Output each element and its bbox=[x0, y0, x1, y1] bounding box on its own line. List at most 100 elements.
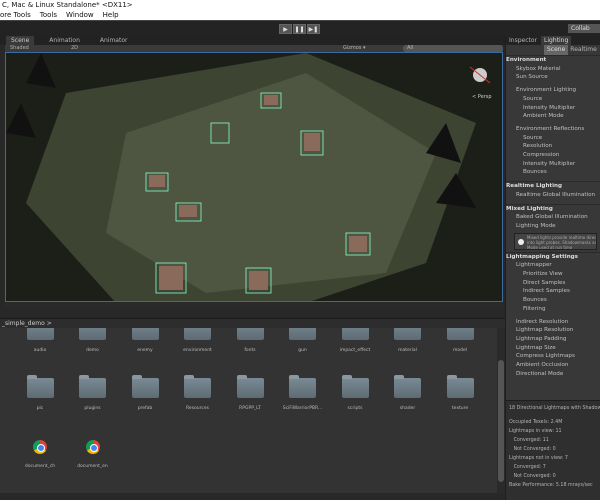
asset-label: material bbox=[398, 348, 417, 353]
asset-item[interactable]: document_ch bbox=[14, 440, 66, 469]
folder-icon bbox=[26, 328, 54, 340]
asset-label: plugins bbox=[84, 406, 101, 411]
tab-animation[interactable]: Animation bbox=[44, 36, 85, 45]
tab-inspector[interactable]: Inspector bbox=[509, 36, 537, 45]
setting-label: Resolution bbox=[523, 143, 553, 150]
tab-lighting[interactable]: Lighting bbox=[541, 36, 572, 45]
menu-bar: ore Tools Tools Window Help bbox=[0, 10, 600, 20]
menu-tools[interactable]: Tools bbox=[40, 10, 57, 20]
section-header[interactable]: Lightmapping Settings bbox=[506, 251, 600, 262]
setting-label: Direct Samples bbox=[523, 279, 566, 286]
subtab-scene[interactable]: Scene bbox=[544, 45, 569, 55]
setting-label: Environment Lighting bbox=[516, 87, 577, 94]
asset-item[interactable]: enemy bbox=[119, 328, 171, 353]
project-breadcrumb[interactable]: _simple_demo > bbox=[0, 318, 505, 328]
folder-icon bbox=[289, 328, 316, 340]
setting-label: Realtime Global Illumination bbox=[516, 191, 596, 198]
asset-item[interactable]: audio bbox=[14, 328, 66, 353]
project-grid: audio demo enemy environment fonts gun impact_… bbox=[0, 328, 497, 493]
setting-label: Environment Reflections bbox=[516, 125, 585, 132]
toggle-2d[interactable]: 2D bbox=[71, 45, 78, 52]
pause-button[interactable]: ❚❚ bbox=[293, 24, 306, 34]
menu-window[interactable]: Window bbox=[66, 10, 94, 20]
setting-label: Intensity Multiplier bbox=[523, 160, 576, 167]
setting-label: Source bbox=[523, 134, 543, 141]
section-header[interactable]: Mixed Lighting bbox=[506, 203, 600, 214]
bake-stat: Converged: 7 bbox=[509, 465, 546, 470]
setting-label: Lighting Mode bbox=[516, 222, 556, 229]
setting-label: Intensity Multiplier bbox=[523, 104, 576, 111]
bake-stat: Lightmaps in view: 11 bbox=[509, 429, 562, 434]
asset-item[interactable]: model bbox=[434, 328, 486, 353]
folder-icon bbox=[236, 375, 264, 398]
bake-stat: Converged: 11 bbox=[509, 438, 549, 443]
scene-search[interactable]: All bbox=[403, 45, 503, 52]
asset-item[interactable]: gun bbox=[277, 328, 329, 353]
asset-item[interactable]: scripts bbox=[329, 375, 381, 411]
setting-label: Sun Source bbox=[516, 74, 548, 81]
setting-label: Prioritize View bbox=[523, 271, 563, 278]
orientation-gizmo-icon bbox=[469, 66, 491, 84]
folder-icon bbox=[131, 328, 159, 340]
play-button[interactable]: ▶ bbox=[279, 24, 292, 34]
scene-tabs: Scene Animation Animator bbox=[0, 36, 505, 45]
folder-icon bbox=[446, 375, 474, 398]
folder-icon bbox=[236, 328, 264, 340]
asset-label: document_en bbox=[77, 464, 108, 469]
setting-label: Filtering bbox=[523, 305, 546, 312]
scene-hscrollbar[interactable] bbox=[5, 303, 503, 309]
asset-item[interactable]: SciFiWarriorPBR... bbox=[277, 375, 329, 411]
asset-item[interactable]: texture bbox=[434, 375, 486, 411]
scene-render: < Persp bbox=[6, 53, 492, 301]
gizmos-dropdown[interactable]: Gizmos ▾ bbox=[343, 45, 366, 52]
chrome-document-icon bbox=[85, 440, 100, 454]
asset-item[interactable]: RPGPP_LT bbox=[224, 375, 276, 411]
tab-scene[interactable]: Scene bbox=[6, 36, 35, 45]
asset-label: gun bbox=[298, 348, 307, 353]
setting-label: Lightmap Size bbox=[516, 344, 556, 351]
asset-item[interactable]: demo bbox=[67, 328, 119, 353]
menu-store-tools[interactable]: ore Tools bbox=[0, 10, 31, 20]
setting-label: Compression bbox=[523, 152, 560, 159]
setting-label: Ambient Mode bbox=[523, 113, 564, 120]
asset-item[interactable]: fonts bbox=[224, 328, 276, 353]
persp-label: < Persp bbox=[472, 94, 492, 100]
scene-view[interactable]: < Persp bbox=[5, 52, 503, 302]
asset-label: demo bbox=[86, 348, 99, 353]
asset-label: scripts bbox=[347, 406, 363, 411]
asset-item[interactable]: shader bbox=[382, 375, 434, 411]
subtab-realtime[interactable]: Realtime bbox=[570, 45, 597, 55]
setting-label: Baked Global Illumination bbox=[516, 214, 588, 221]
asset-item[interactable]: plugins bbox=[67, 375, 119, 411]
shading-dropdown[interactable]: Shaded bbox=[10, 45, 29, 52]
bake-stat: Occupied Texels: 2.4M bbox=[509, 420, 563, 425]
asset-item[interactable]: document_en bbox=[67, 440, 119, 469]
menu-help[interactable]: Help bbox=[103, 10, 119, 20]
setting-label: Ambient Occlusion bbox=[516, 362, 569, 369]
asset-item[interactable]: Resources bbox=[172, 375, 224, 411]
asset-label: RPGPP_LT bbox=[239, 406, 261, 411]
setting-label: Source bbox=[523, 95, 543, 102]
collab-button[interactable]: Collab bbox=[568, 24, 600, 33]
asset-item[interactable]: environment bbox=[172, 328, 224, 353]
step-button[interactable]: ▶❚ bbox=[307, 24, 320, 34]
setting-label: Lightmapper bbox=[516, 262, 552, 269]
asset-label: environment bbox=[183, 348, 212, 353]
section-header[interactable]: Environment bbox=[506, 55, 600, 65]
folder-icon bbox=[184, 375, 211, 398]
setting-label: Bounces bbox=[523, 297, 547, 304]
asset-item[interactable]: prefab bbox=[119, 375, 171, 411]
asset-item[interactable]: pic bbox=[14, 375, 66, 411]
tab-animator[interactable]: Animator bbox=[95, 36, 133, 45]
setting-label: Skybox Material bbox=[516, 65, 561, 72]
project-scroll-thumb[interactable] bbox=[498, 360, 504, 482]
asset-label: audio bbox=[33, 348, 47, 353]
folder-icon bbox=[341, 328, 369, 340]
asset-item[interactable]: impact_effect bbox=[329, 328, 381, 353]
main-toolbar: ▶ ❚❚ ▶❚ Collab bbox=[0, 20, 600, 36]
asset-item[interactable]: material bbox=[382, 328, 434, 353]
folder-icon bbox=[394, 328, 421, 340]
bake-stat: Not Converged: 0 bbox=[509, 474, 556, 479]
section-header[interactable]: Realtime Lighting bbox=[506, 181, 600, 191]
asset-label: prefab bbox=[137, 406, 153, 411]
